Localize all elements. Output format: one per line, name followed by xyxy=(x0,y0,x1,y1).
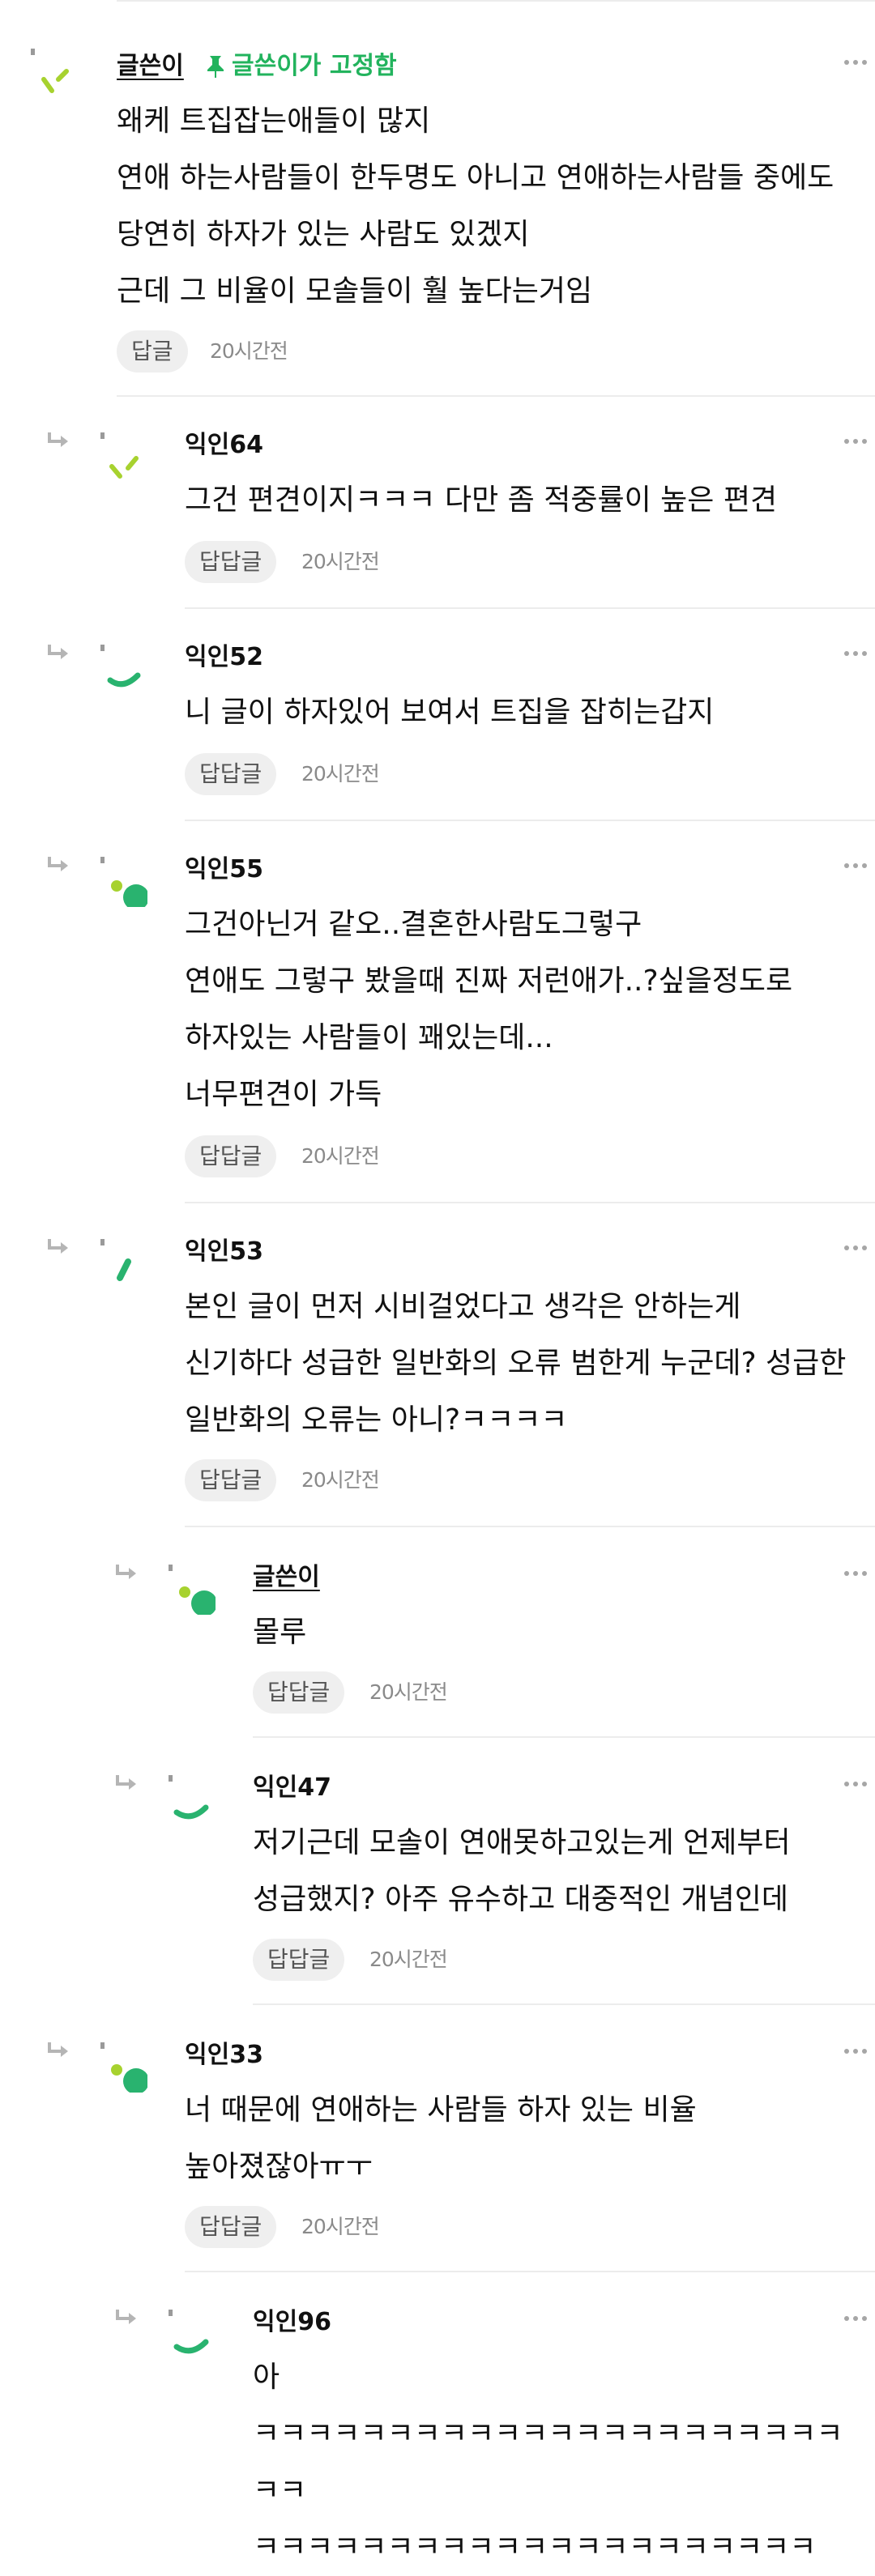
comment-author[interactable]: 익인47 xyxy=(253,1772,331,1804)
comment-time: 20시간전 xyxy=(210,339,288,363)
green-arc-avatar-icon[interactable] xyxy=(96,643,147,695)
reply-arrow-icon xyxy=(48,645,68,659)
reply-button[interactable]: 답답글 xyxy=(185,541,277,583)
comment-text: 몰루 xyxy=(253,1616,307,1649)
green-arc-avatar-icon[interactable] xyxy=(164,1773,216,1825)
comment-text: 본인 글이 먼저 시비걸었다고 생각은 안하는게 신기하다 성급한 일반화의 오… xyxy=(185,1290,847,1437)
comment-text: 너 때문에 연애하는 사람들 하자 있는 비율 높아졌잖아ㅠㅜ xyxy=(185,2093,697,2183)
comment-text: 저기근데 모솔이 연애못하고있는게 언제부터 성급했지? 아주 유수하고 대중적… xyxy=(253,1826,791,1916)
comment-author[interactable]: 글쓴이 xyxy=(117,50,184,83)
comment-time: 20시간전 xyxy=(369,1680,448,1704)
reply-arrow-icon xyxy=(116,1775,136,1790)
more-options-button[interactable] xyxy=(839,1236,872,1260)
reply-button[interactable]: 답답글 xyxy=(253,1939,345,1981)
reply-button[interactable]: 답답글 xyxy=(185,2206,277,2248)
divider xyxy=(253,2003,875,2005)
reply-button[interactable]: 답답글 xyxy=(185,753,277,795)
comment-author[interactable]: 글쓴이 xyxy=(253,1561,320,1594)
reply-button[interactable]: 답답글 xyxy=(253,1671,345,1714)
divider xyxy=(253,1736,875,1738)
reply-button[interactable]: 답답글 xyxy=(185,1459,277,1501)
comment-text: 그건아닌거 같오..결혼한사람도그렇구 연애도 그렇구 봤을때 진짜 저런애가.… xyxy=(185,908,793,1111)
comment-author[interactable]: 익인96 xyxy=(253,2306,331,2339)
reply-button[interactable]: 답답글 xyxy=(185,1135,277,1177)
reply-arrow-icon xyxy=(116,1565,136,1579)
pin-icon xyxy=(207,56,224,78)
more-options-button[interactable] xyxy=(839,1561,872,1586)
more-options-button[interactable] xyxy=(839,641,872,666)
reply-arrow-icon xyxy=(48,857,68,871)
more-options-button[interactable] xyxy=(839,429,872,453)
reply-arrow-icon xyxy=(48,2042,68,2057)
divider xyxy=(185,1526,875,1527)
comment-time: 20시간전 xyxy=(301,2215,380,2238)
comment-author[interactable]: 익인55 xyxy=(185,854,263,886)
pinned-label-text: 글쓴이가 고정함 xyxy=(232,52,397,80)
comment-author[interactable]: 익인33 xyxy=(185,2039,263,2071)
top-divider xyxy=(117,0,875,2)
reply-arrow-icon xyxy=(48,1239,68,1254)
divider xyxy=(185,1202,875,1203)
comment-author[interactable]: 익인53 xyxy=(185,1236,263,1268)
comment-time: 20시간전 xyxy=(301,1144,380,1168)
more-options-button[interactable] xyxy=(839,1772,872,1796)
green-slash-avatar-icon[interactable] xyxy=(96,1237,147,1289)
more-options-button[interactable] xyxy=(839,50,872,75)
comment-author[interactable]: 익인52 xyxy=(185,641,263,674)
lime-slash-avatar-icon[interactable] xyxy=(96,431,147,483)
comment-time: 20시간전 xyxy=(301,762,380,786)
green-arc-avatar-icon[interactable] xyxy=(164,2308,216,2360)
divider xyxy=(185,607,875,609)
green-dot-avatar-icon[interactable] xyxy=(96,2041,147,2093)
comment-time: 20시간전 xyxy=(301,1468,380,1492)
more-options-button[interactable] xyxy=(839,854,872,878)
lime-slash-avatar-icon[interactable] xyxy=(26,47,78,99)
comment-text: 그건 편견이지ㅋㅋㅋ 다만 좀 적중률이 높은 편견 xyxy=(185,483,778,517)
green-dot-avatar-icon[interactable] xyxy=(96,855,147,907)
reply-arrow-icon xyxy=(116,2310,136,2324)
more-options-button[interactable] xyxy=(839,2306,872,2331)
green-dot-avatar-icon[interactable] xyxy=(164,1563,216,1615)
more-options-button[interactable] xyxy=(839,2039,872,2063)
comment-author[interactable]: 익인64 xyxy=(185,429,263,462)
divider xyxy=(185,2271,875,2272)
divider xyxy=(185,820,875,821)
comment-time: 20시간전 xyxy=(369,1948,448,1971)
reply-button[interactable]: 답글 xyxy=(117,330,188,373)
comment-text: 아 ㅋㅋㅋㅋㅋㅋㅋㅋㅋㅋㅋㅋㅋㅋㅋㅋㅋㅋㅋㅋㅋㅋㅋㅋ ㅋㅋㅋㅋㅋㅋㅋㅋㅋㅋㅋㅋㅋ… xyxy=(253,2361,843,2564)
comment-text: 왜케 트집잡는애들이 많지 연애 하는사람들이 한두명도 아니고 연애하는사람들… xyxy=(117,104,834,308)
comment-time: 20시간전 xyxy=(301,550,380,573)
divider xyxy=(117,395,875,397)
comment-text: 니 글이 하자있어 보여서 트집을 잡히는갑지 xyxy=(185,696,715,729)
reply-arrow-icon xyxy=(48,432,68,447)
pinned-label: 글쓴이가 고정함 xyxy=(204,50,397,83)
